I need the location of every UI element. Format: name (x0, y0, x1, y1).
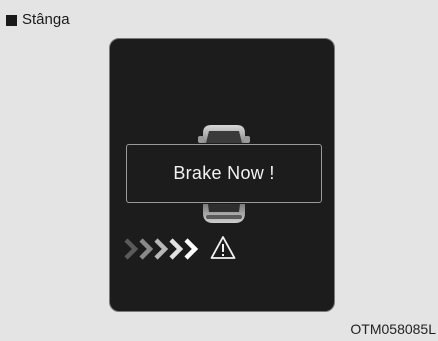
section-title: Stânga (22, 11, 70, 28)
brake-message: Brake Now ! (173, 163, 275, 183)
warning-triangle-icon (210, 236, 236, 259)
brake-message-box: Brake Now ! (126, 144, 322, 203)
figure-code: OTM058085L (350, 321, 436, 337)
alert-row (124, 229, 274, 269)
square-bullet-icon (6, 14, 17, 26)
approach-chevrons-icon (124, 238, 199, 260)
cluster-display: Brake Now ! (109, 38, 335, 312)
section-header: Stânga (6, 11, 70, 29)
